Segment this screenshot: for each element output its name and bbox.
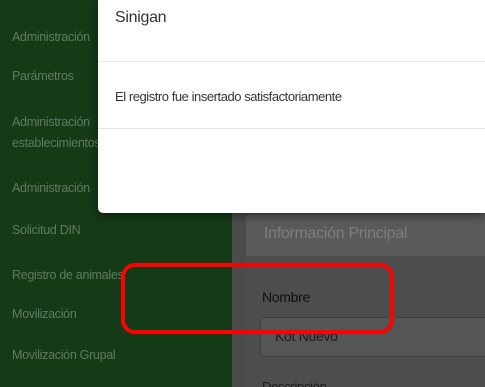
- highlight-annotation: [121, 263, 394, 334]
- modal-title: Sinigan: [115, 9, 167, 26]
- modal-footer: [98, 128, 485, 213]
- sidebar-item-solicitud-din[interactable]: Solicitud DIN: [12, 221, 227, 240]
- modal-body: El registro fue insertado satisfactoriam…: [98, 62, 485, 128]
- modal-header: Sinigan: [98, 0, 485, 62]
- description-label: Descripción: [262, 379, 327, 387]
- sidebar-item-movilizacion-grupal[interactable]: Movilización Grupal: [12, 346, 227, 365]
- success-modal: Sinigan El registro fue insertado satisf…: [98, 0, 485, 213]
- panel-header: Información Principal: [246, 214, 485, 256]
- panel-title: Información Principal: [264, 225, 408, 242]
- modal-message: El registro fue insertado satisfactoriam…: [115, 89, 342, 104]
